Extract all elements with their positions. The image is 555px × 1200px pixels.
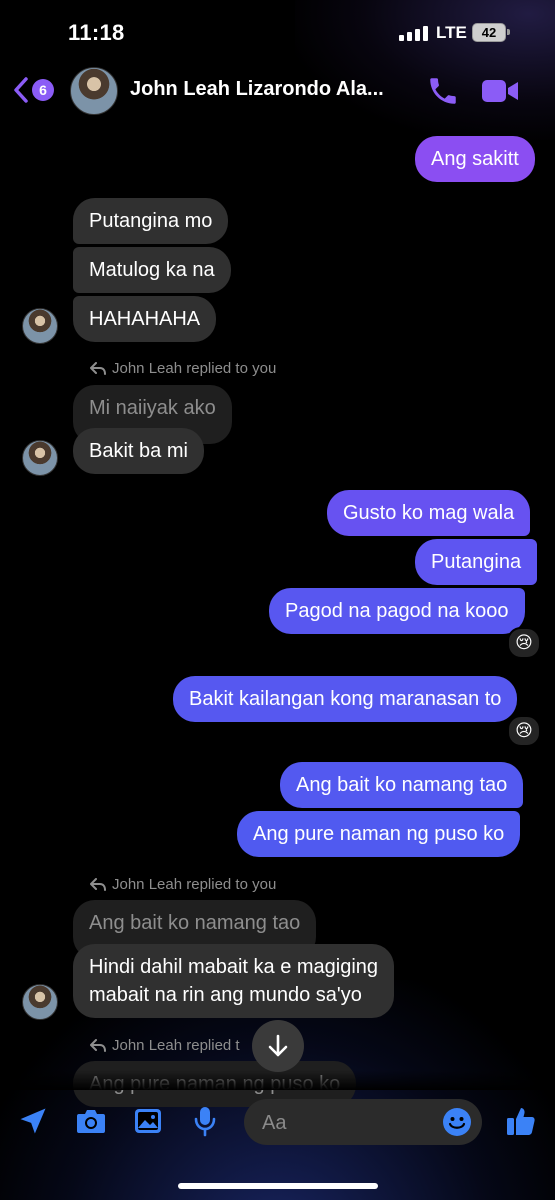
battery-level: 42 (472, 23, 506, 42)
message-outgoing[interactable]: Putangina (415, 539, 538, 585)
signal-icon (399, 26, 428, 41)
sender-avatar (22, 440, 58, 476)
location-arrow-icon (20, 1108, 46, 1134)
reply-label: John Leah replied to you (90, 876, 276, 893)
emoji-icon (443, 1108, 471, 1136)
scroll-fade (0, 1070, 555, 1090)
chevron-left-icon (14, 77, 28, 103)
arrow-down-icon (268, 1034, 288, 1057)
network-type: LTE (436, 23, 467, 42)
message-line: mabait na rin ang mundo sa'yo (89, 984, 362, 1006)
message-incoming[interactable]: Bakit ba mi (73, 428, 204, 474)
reaction-badge[interactable]: 😢 (507, 715, 541, 747)
message-outgoing[interactable]: Bakit kailangan kong maranasan to (173, 676, 518, 722)
battery-icon: 42 (472, 23, 510, 42)
like-button[interactable] (504, 1104, 538, 1138)
back-button[interactable]: 6 (12, 74, 62, 106)
microphone-icon (194, 1107, 216, 1137)
top-glow (295, 0, 555, 140)
message-incoming[interactable]: HAHAHAHA (73, 296, 217, 342)
audio-call-button[interactable] (426, 74, 460, 108)
message-incoming[interactable]: Putangina mo (73, 198, 229, 244)
image-icon (135, 1109, 161, 1133)
reply-label: John Leah replied t (90, 1037, 240, 1054)
message-outgoing[interactable]: Pagod na pagod na kooo (269, 588, 525, 634)
video-call-button[interactable] (480, 76, 520, 106)
message-incoming[interactable]: Hindi dahil mabait ka e magiging mabait … (73, 944, 395, 1018)
emoji-button[interactable] (442, 1107, 472, 1137)
message-outgoing[interactable]: Ang pure naman ng puso ko (237, 811, 521, 857)
message-incoming[interactable]: Matulog ka na (73, 247, 231, 293)
message-outgoing[interactable]: Gusto ko mag wala (327, 490, 531, 536)
message-outgoing[interactable]: Ang sakitt (415, 136, 535, 182)
unread-count-badge: 6 (32, 79, 54, 101)
reply-icon (90, 877, 106, 891)
reaction-badge[interactable]: 😢 (507, 627, 541, 659)
reply-icon (90, 1038, 106, 1052)
phone-icon (430, 78, 456, 104)
contact-name[interactable]: John Leah Lizarondo Ala... (130, 78, 410, 101)
camera-icon (77, 1110, 105, 1133)
voice-message-button[interactable] (188, 1104, 222, 1138)
home-indicator (178, 1183, 378, 1189)
sender-avatar (22, 308, 58, 344)
reply-icon (90, 361, 106, 375)
gallery-button[interactable] (131, 1104, 165, 1138)
status-time: 11:18 (68, 20, 125, 45)
send-location-button[interactable] (16, 1104, 50, 1138)
thumbs-up-icon (507, 1108, 535, 1135)
message-input-container[interactable] (244, 1099, 482, 1147)
scroll-to-bottom-button[interactable] (252, 1020, 304, 1072)
reply-label: John Leah replied to you (90, 360, 276, 377)
sender-avatar (22, 984, 58, 1020)
contact-avatar[interactable] (70, 67, 118, 115)
message-input[interactable] (260, 1099, 434, 1147)
message-line: Hindi dahil mabait ka e magiging (89, 956, 379, 978)
video-camera-icon (482, 80, 518, 102)
camera-button[interactable] (74, 1104, 108, 1138)
message-outgoing[interactable]: Ang bait ko namang tao (280, 762, 524, 808)
